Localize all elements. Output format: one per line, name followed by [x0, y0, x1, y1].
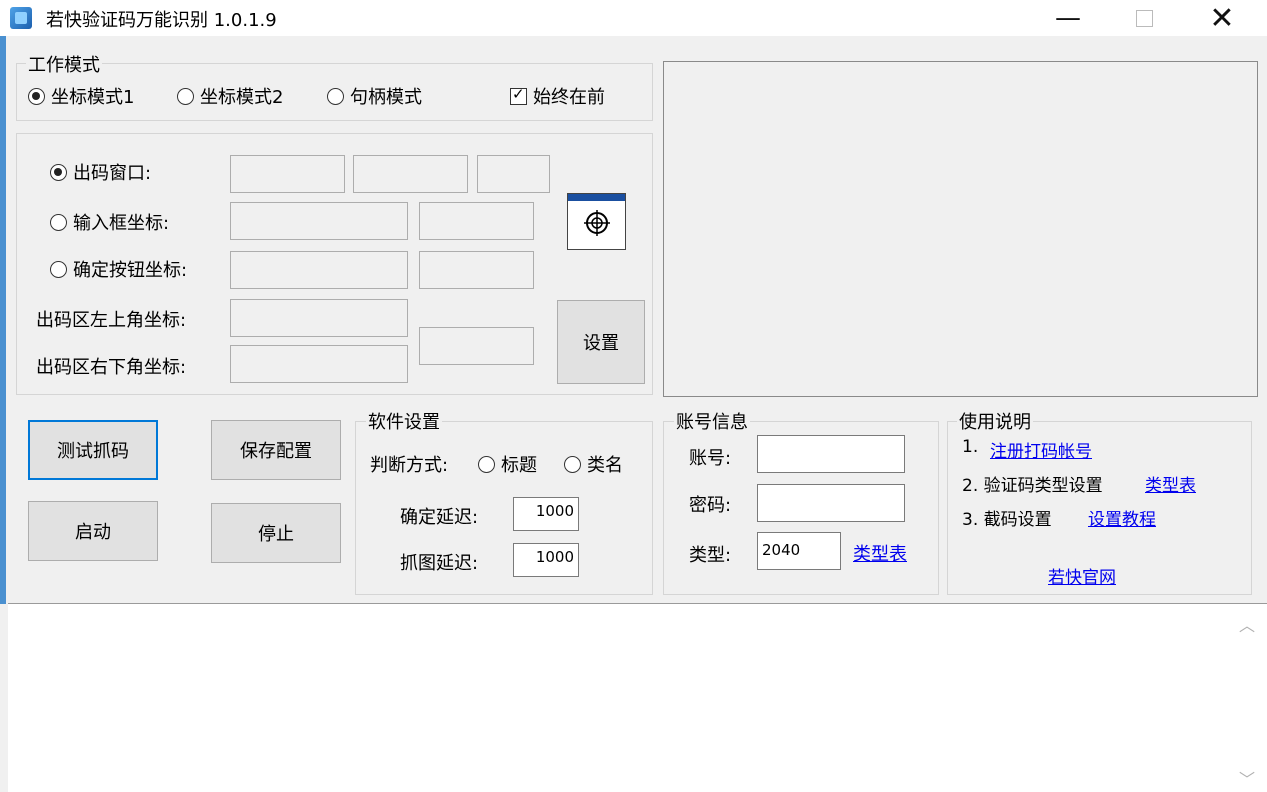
account-input[interactable] [757, 435, 905, 473]
maximize-icon [1135, 9, 1153, 27]
instruction-1-prefix: 1. [962, 437, 979, 457]
judge-label: 判断方式: [370, 455, 449, 476]
confirm-button-x-field[interactable] [230, 251, 408, 289]
always-on-top-label: 始终在前 [533, 87, 605, 108]
setup-tutorial-link[interactable]: 设置教程 [1088, 505, 1156, 530]
output-window-label: 出码窗口: [73, 163, 152, 184]
instructions-title: 使用说明 [957, 408, 1033, 434]
software-settings-title: 软件设置 [366, 408, 442, 434]
log-output[interactable] [8, 603, 1267, 792]
account-label: 账号: [689, 448, 732, 469]
crosshair-icon [584, 210, 610, 236]
checkbox-icon [510, 85, 527, 105]
confirm-button-y-field[interactable] [419, 251, 534, 289]
radio-icon [50, 260, 67, 278]
output-window-field-2[interactable] [353, 155, 468, 193]
radio-icon [177, 87, 194, 105]
judge-class-radio[interactable]: 类名 [564, 451, 623, 477]
confirm-button-radio[interactable]: 确定按钮坐标: [50, 256, 187, 282]
region-size-field[interactable] [419, 327, 534, 365]
judge-class-label: 类名 [587, 455, 623, 476]
app-icon [10, 7, 32, 29]
mode-coord1-label: 坐标模式1 [51, 87, 135, 108]
captcha-preview [663, 61, 1258, 397]
mode-handle-label: 句柄模式 [350, 87, 422, 108]
window-title: 若快验证码万能识别 1.0.1.9 [46, 10, 277, 31]
top-left-field[interactable] [230, 299, 408, 337]
type-label: 类型: [689, 545, 732, 566]
radio-icon [50, 213, 67, 231]
official-website-link[interactable]: 若快官网 [1048, 563, 1116, 588]
instruction-2-prefix: 2. 验证码类型设置 [962, 476, 1103, 496]
input-box-radio[interactable]: 输入框坐标: [50, 209, 169, 235]
output-window-field-3[interactable] [477, 155, 550, 193]
set-button[interactable]: 设置 [557, 300, 645, 384]
scroll-down-icon[interactable]: ﹀ [1239, 766, 1255, 790]
type-input[interactable]: 2040 [757, 532, 841, 570]
close-button[interactable]: ✕ [1192, 0, 1252, 36]
start-button[interactable]: 启动 [28, 501, 158, 561]
account-title: 账号信息 [674, 408, 750, 434]
minimize-button[interactable]: — [1038, 0, 1098, 36]
minimize-icon: — [1055, 3, 1081, 33]
window-edge [0, 36, 6, 604]
radio-icon [478, 455, 495, 473]
mode-coord2-radio[interactable]: 坐标模式2 [177, 83, 283, 109]
radio-icon [50, 163, 67, 181]
output-window-radio[interactable]: 出码窗口: [50, 159, 151, 185]
captcha-type-table-link[interactable]: 类型表 [1145, 471, 1196, 496]
judge-title-label: 标题 [501, 455, 537, 476]
top-left-label: 出码区左上角坐标: [36, 310, 187, 331]
instruction-3-prefix: 3. 截码设置 [962, 510, 1052, 530]
input-box-x-field[interactable] [230, 202, 408, 240]
save-config-button[interactable]: 保存配置 [211, 420, 341, 480]
bottom-right-field[interactable] [230, 345, 408, 383]
scroll-up-icon[interactable]: ︿ [1239, 612, 1255, 636]
radio-icon [327, 87, 344, 105]
capture-delay-input[interactable]: 1000 [513, 543, 579, 577]
work-mode-title: 工作模式 [26, 51, 102, 77]
maximize-button[interactable] [1114, 0, 1174, 36]
judge-title-radio[interactable]: 标题 [478, 451, 537, 477]
confirm-button-label: 确定按钮坐标: [73, 260, 188, 281]
password-label: 密码: [689, 495, 732, 516]
bottom-right-label: 出码区右下角坐标: [36, 357, 187, 378]
picker-titlebar [568, 194, 625, 201]
input-box-label: 输入框坐标: [73, 213, 170, 234]
stop-button[interactable]: 停止 [211, 503, 341, 563]
mode-handle-radio[interactable]: 句柄模式 [327, 83, 422, 109]
capture-delay-label: 抓图延迟: [400, 553, 479, 574]
close-icon: ✕ [1209, 0, 1235, 36]
mode-coord2-label: 坐标模式2 [200, 87, 284, 108]
always-on-top-checkbox[interactable]: 始终在前 [510, 83, 605, 109]
type-table-link[interactable]: 类型表 [853, 540, 907, 566]
crosshair-picker[interactable] [567, 193, 626, 250]
confirm-delay-label: 确定延迟: [400, 507, 479, 528]
test-capture-button[interactable]: 测试抓码 [28, 420, 158, 480]
input-box-y-field[interactable] [419, 202, 534, 240]
mode-coord1-radio[interactable]: 坐标模式1 [28, 83, 134, 109]
output-window-field-1[interactable] [230, 155, 345, 193]
radio-icon [564, 455, 581, 473]
confirm-delay-input[interactable]: 1000 [513, 497, 579, 531]
password-input[interactable] [757, 484, 905, 522]
register-account-link[interactable]: 注册打码帐号 [990, 437, 1092, 462]
radio-icon [28, 87, 45, 105]
